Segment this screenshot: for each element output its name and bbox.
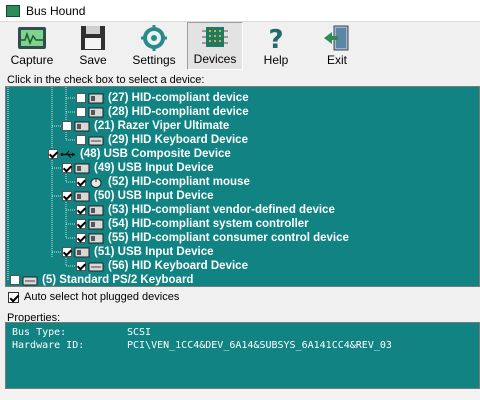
property-key: Bus Type:	[12, 327, 67, 338]
tree-item[interactable]: (51) USB Input Device	[62, 245, 214, 259]
settings-button[interactable]: Settings	[126, 22, 182, 70]
tree-item[interactable]: (48) USB Composite Device	[48, 147, 231, 161]
chip-icon	[202, 27, 228, 47]
title-bar: Bus Hound	[0, 0, 480, 22]
keyboard-icon	[88, 136, 104, 145]
device-label: (54) HID-compliant system controller	[108, 218, 309, 230]
device-checkbox[interactable]	[76, 219, 86, 229]
keyboard-icon	[22, 276, 38, 285]
device-checkbox[interactable]	[62, 191, 72, 201]
devices-button[interactable]: Devices	[187, 22, 243, 70]
gear-icon	[141, 25, 167, 51]
svg-text:?: ?	[268, 25, 283, 51]
device-tree[interactable]: (27) HID-compliant device (28) HID-compl…	[5, 86, 480, 287]
device-label: (56) HID Keyboard Device	[108, 260, 248, 272]
hid-device-icon	[74, 247, 90, 257]
save-button[interactable]: Save	[65, 22, 121, 70]
device-checkbox[interactable]	[76, 177, 86, 187]
device-checkbox[interactable]	[62, 247, 72, 257]
exit-door-icon	[324, 25, 349, 51]
property-value: SCSI	[127, 327, 152, 338]
mouse-icon	[90, 177, 102, 188]
tree-item[interactable]: (21) Razer Viper Ultimate	[62, 119, 229, 133]
tree-item[interactable]: (27) HID-compliant device	[76, 91, 249, 105]
device-checkbox[interactable]	[76, 135, 86, 145]
device-checkbox[interactable]	[76, 205, 86, 215]
hid-device-icon	[88, 219, 104, 229]
device-label: (28) HID-compliant device	[108, 106, 249, 118]
help-label: Help	[263, 53, 289, 67]
capture-button[interactable]: Capture	[4, 22, 60, 70]
device-label: (5) Standard PS/2 Keyboard	[42, 274, 194, 286]
devices-label: Devices	[193, 52, 237, 66]
auto-select-checkbox[interactable]	[8, 291, 19, 303]
oscilloscope-icon	[18, 27, 46, 49]
device-label: (53) HID-compliant vendor-defined device	[108, 204, 335, 216]
save-label: Save	[79, 53, 107, 67]
hid-device-icon	[88, 233, 104, 243]
tree-item[interactable]: (52) HID-compliant mouse	[76, 175, 250, 189]
hid-device-icon	[74, 191, 90, 201]
device-checkbox[interactable]	[76, 107, 86, 117]
device-label: (50) USB Input Device	[94, 190, 214, 202]
property-row: Hardware ID: PCI\VEN_1CC4&DEV_6A14&SUBSY…	[12, 339, 473, 352]
device-label: (55) HID-compliant consumer control devi…	[108, 232, 349, 244]
device-checkbox[interactable]	[76, 233, 86, 243]
hid-device-icon	[88, 107, 104, 117]
device-checkbox[interactable]	[76, 93, 86, 103]
device-checkbox[interactable]	[76, 261, 86, 271]
tree-item[interactable]: (28) HID-compliant device	[76, 105, 249, 119]
exit-button[interactable]: Exit	[309, 22, 365, 70]
capture-label: Capture	[10, 53, 54, 67]
tree-item[interactable]: (50) USB Input Device	[62, 189, 214, 203]
property-row: Bus Type: SCSI	[12, 326, 473, 339]
tree-item[interactable]: (29) HID Keyboard Device	[76, 133, 248, 147]
tree-item[interactable]: (55) HID-compliant consumer control devi…	[76, 231, 349, 245]
properties-panel: Bus Type: SCSI Hardware ID: PCI\VEN_1CC4…	[5, 322, 480, 389]
bottom-strip	[0, 389, 480, 400]
exit-label: Exit	[326, 53, 347, 67]
app-icon	[6, 4, 20, 17]
settings-label: Settings	[132, 53, 176, 67]
hid-device-icon	[88, 93, 104, 103]
tree-item[interactable]: (54) HID-compliant system controller	[76, 217, 309, 231]
device-tree-hint: Click in the check box to select a devic…	[7, 74, 205, 86]
hid-device-icon	[74, 163, 90, 173]
device-label: (52) HID-compliant mouse	[108, 176, 250, 188]
device-label: (48) USB Composite Device	[80, 148, 231, 160]
device-checkbox[interactable]	[62, 163, 72, 173]
hid-device-icon	[74, 121, 90, 131]
toolbar: Capture Save Settings Devices ? Help Exi…	[0, 22, 480, 72]
device-label: (21) Razer Viper Ultimate	[94, 120, 230, 132]
device-checkbox[interactable]	[48, 149, 58, 159]
usb-icon	[60, 150, 75, 158]
help-button[interactable]: ? Help	[248, 22, 304, 70]
question-mark-icon: ?	[268, 25, 283, 51]
device-checkbox[interactable]	[10, 275, 20, 285]
auto-select-option[interactable]: Auto select hot plugged devices	[8, 291, 179, 303]
device-label: (29) HID Keyboard Device	[108, 134, 248, 146]
window-title: Bus Hound	[26, 3, 86, 18]
property-value: PCI\VEN_1CC4&DEV_6A14&SUBSYS_6A141CC4&RE…	[127, 340, 392, 351]
tree-item[interactable]: (56) HID Keyboard Device	[76, 259, 248, 273]
device-label: (27) HID-compliant device	[108, 92, 249, 104]
hid-device-icon	[88, 205, 104, 215]
device-label: (51) USB Input Device	[94, 246, 214, 258]
property-key: Hardware ID:	[12, 340, 85, 351]
tree-item[interactable]: (53) HID-compliant vendor-defined device	[76, 203, 335, 217]
tree-item[interactable]: (5) Standard PS/2 Keyboard	[10, 273, 194, 286]
auto-select-label: Auto select hot plugged devices	[24, 291, 180, 303]
keyboard-icon	[88, 262, 104, 271]
floppy-disk-icon	[81, 26, 105, 50]
device-label: (49) USB Input Device	[94, 162, 214, 174]
tree-item[interactable]: (49) USB Input Device	[62, 161, 214, 175]
device-checkbox[interactable]	[62, 121, 72, 131]
